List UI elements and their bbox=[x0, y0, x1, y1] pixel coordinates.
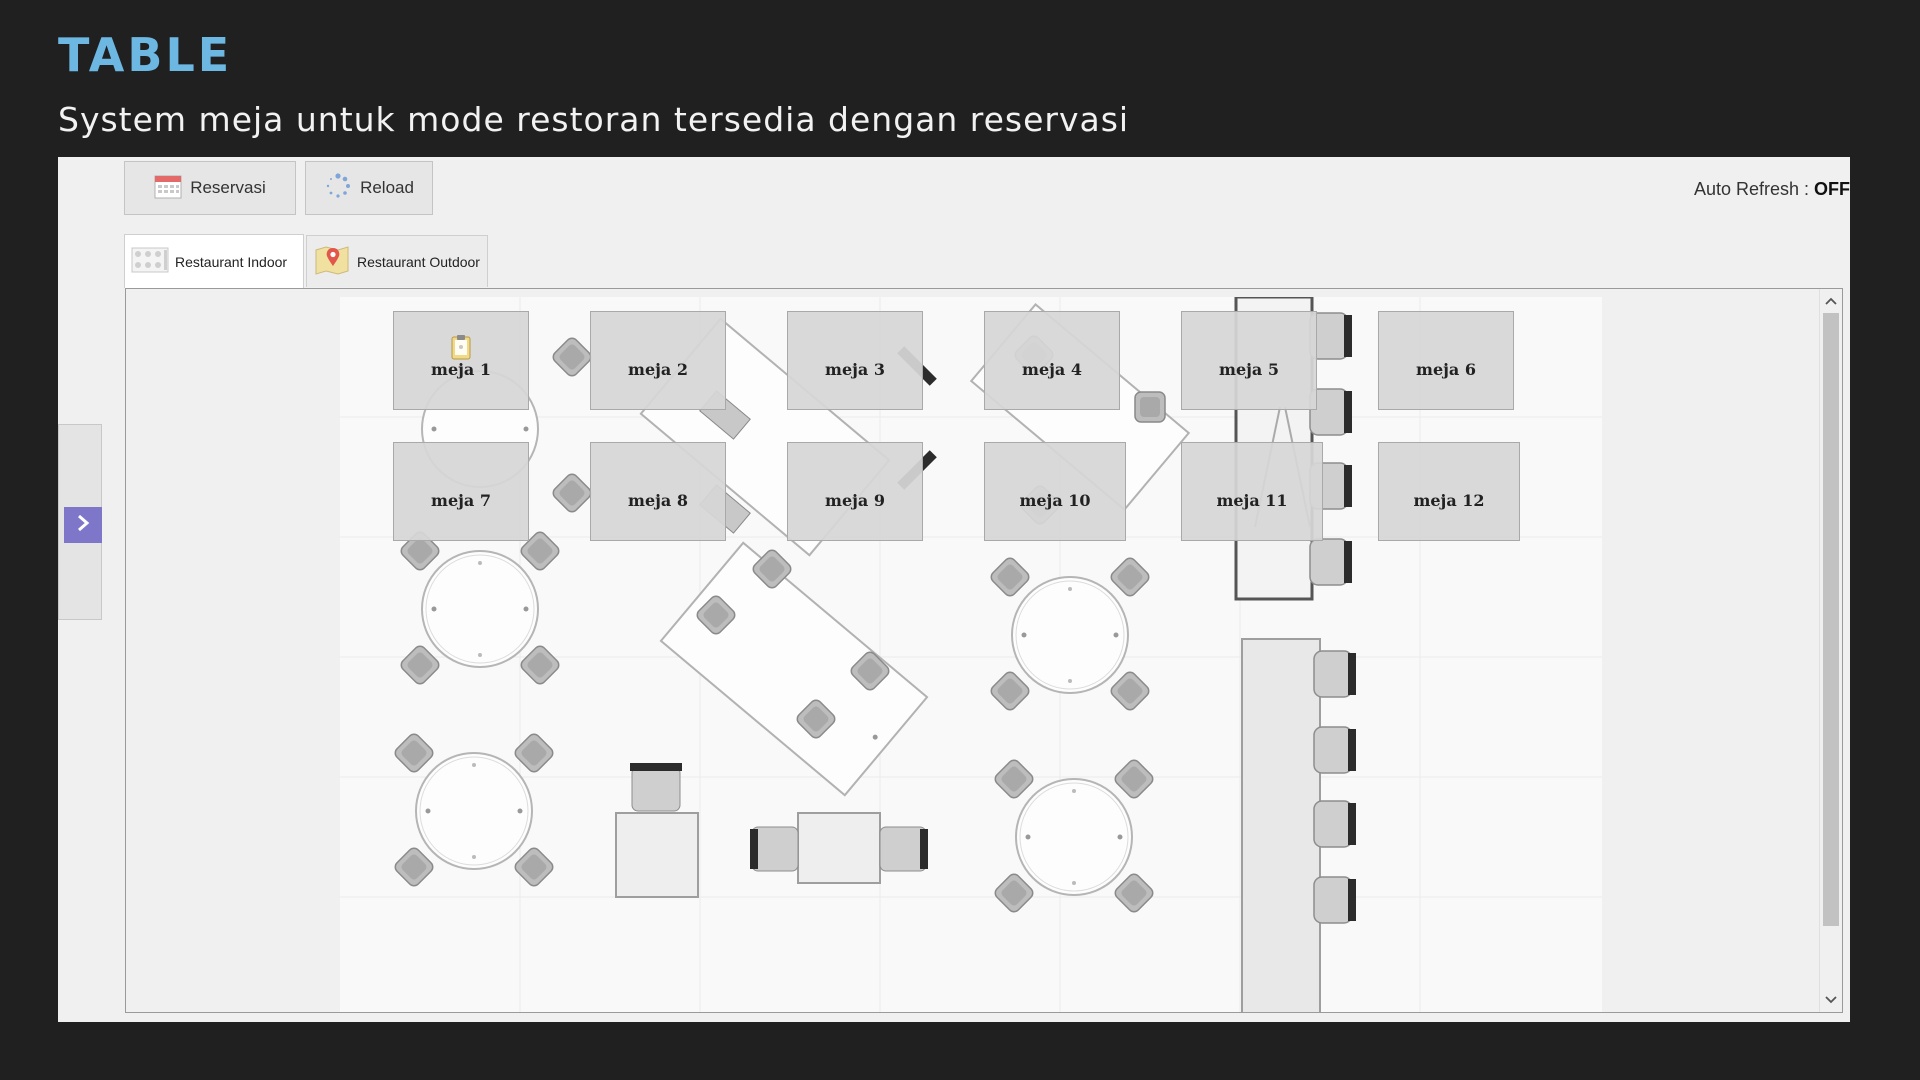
auto-refresh-label: Auto Refresh : bbox=[1693, 179, 1814, 199]
table-card[interactable]: meja 12 bbox=[1378, 442, 1520, 541]
table-label: meja 9 bbox=[825, 491, 885, 510]
table-card[interactable]: meja 9 bbox=[787, 442, 923, 541]
scrollbar-thumb[interactable] bbox=[1823, 313, 1839, 926]
chevron-right-icon bbox=[75, 513, 91, 537]
table-label: meja 2 bbox=[628, 360, 688, 379]
table-label: meja 12 bbox=[1413, 491, 1485, 510]
table-card[interactable]: meja 1 bbox=[393, 311, 529, 410]
scroll-down-button[interactable] bbox=[1820, 990, 1842, 1010]
tab-indoor-label: Restaurant Indoor bbox=[175, 253, 288, 270]
chevron-up-icon bbox=[1825, 294, 1837, 308]
table-label: meja 6 bbox=[1416, 360, 1476, 379]
page-subtitle: System meja untuk mode restoran tersedia… bbox=[58, 100, 1130, 139]
auto-refresh-status[interactable]: Auto Refresh : OFF bbox=[1694, 179, 1850, 200]
table-label: meja 4 bbox=[1022, 360, 1082, 379]
map-pin-icon bbox=[313, 244, 351, 279]
tab-restaurant-outdoor[interactable]: Restaurant Outdoor bbox=[306, 235, 488, 287]
table-card[interactable]: meja 11 bbox=[1181, 442, 1323, 541]
table-label: meja 3 bbox=[825, 360, 885, 379]
tab-outdoor-label: Restaurant Outdoor bbox=[357, 253, 480, 270]
tab-restaurant-indoor[interactable]: Restaurant Indoor bbox=[124, 234, 304, 288]
reload-label: Reload bbox=[360, 178, 414, 197]
table-card[interactable]: meja 5 bbox=[1181, 311, 1317, 410]
reload-spinner-icon bbox=[324, 172, 352, 205]
reservation-clipboard-icon bbox=[450, 334, 472, 364]
page-title: TABLE bbox=[58, 28, 233, 82]
app-window: Reservasi Reload Auto Refresh : OFF Rest… bbox=[58, 157, 1850, 1022]
chevron-down-icon bbox=[1825, 993, 1837, 1007]
table-label: meja 5 bbox=[1219, 360, 1279, 379]
reload-button[interactable]: Reload bbox=[305, 161, 433, 215]
calendar-icon bbox=[154, 173, 182, 204]
table-card[interactable]: meja 3 bbox=[787, 311, 923, 410]
table-card[interactable]: meja 8 bbox=[590, 442, 726, 541]
table-label: meja 11 bbox=[1216, 491, 1288, 510]
table-card[interactable]: meja 7 bbox=[393, 442, 529, 541]
table-card[interactable]: meja 10 bbox=[984, 442, 1126, 541]
expand-panel-button[interactable] bbox=[64, 507, 102, 543]
table-map-viewport: meja 1 meja 2 meja 3 meja 4 meja 5 meja … bbox=[125, 288, 1843, 1013]
side-panel-handle bbox=[58, 424, 102, 620]
vertical-scrollbar[interactable] bbox=[1819, 289, 1842, 1012]
table-card[interactable]: meja 2 bbox=[590, 311, 726, 410]
table-label: meja 10 bbox=[1019, 491, 1091, 510]
scroll-up-button[interactable] bbox=[1820, 291, 1842, 311]
reservasi-button[interactable]: Reservasi bbox=[124, 161, 296, 215]
reservasi-label: Reservasi bbox=[190, 178, 266, 197]
table-label: meja 8 bbox=[628, 491, 688, 510]
floorplan-icon bbox=[131, 246, 169, 277]
auto-refresh-value: OFF bbox=[1814, 179, 1850, 199]
table-card[interactable]: meja 6 bbox=[1378, 311, 1514, 410]
table-card[interactable]: meja 4 bbox=[984, 311, 1120, 410]
table-label: meja 7 bbox=[431, 491, 491, 510]
